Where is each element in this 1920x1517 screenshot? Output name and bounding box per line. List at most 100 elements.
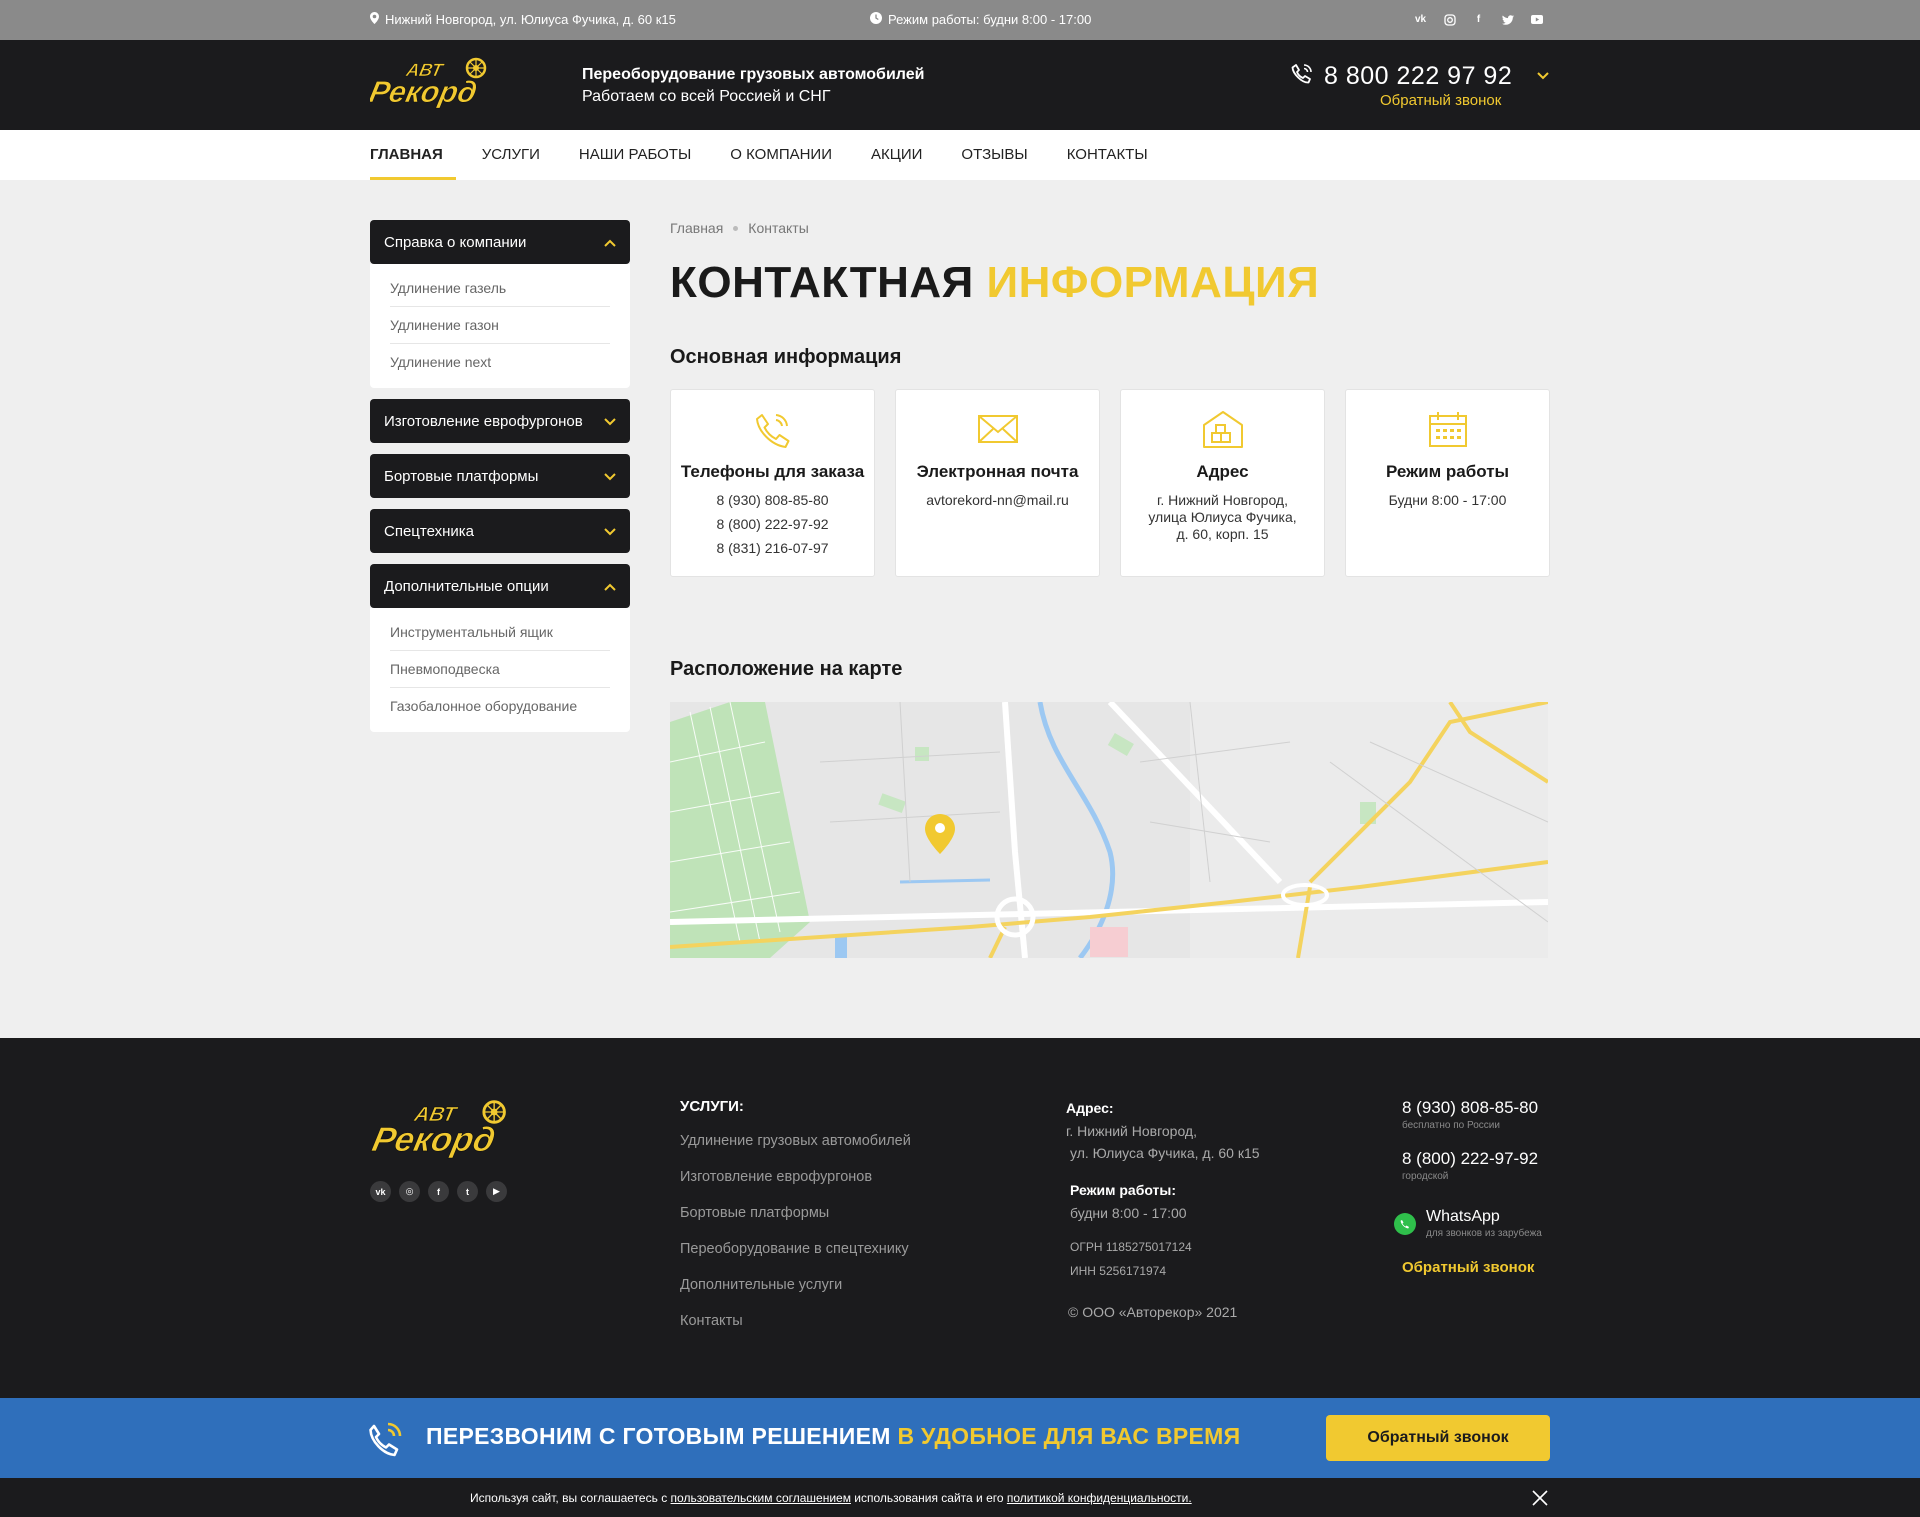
location-map[interactable] bbox=[670, 702, 1548, 958]
whatsapp-icon bbox=[1394, 1212, 1416, 1235]
sidebar-section-title: Дополнительные опции bbox=[384, 577, 549, 595]
instagram-icon[interactable]: ◎ bbox=[399, 1181, 420, 1202]
footer-ogrn: ОГРН 1185275017124 bbox=[1070, 1240, 1192, 1254]
contact-card-title: Телефоны для заказа bbox=[680, 462, 865, 481]
whatsapp-note: для звонков из зарубежа bbox=[1426, 1228, 1542, 1239]
contact-card-title: Адрес bbox=[1196, 462, 1249, 481]
breadcrumb-home[interactable]: Главная bbox=[670, 220, 723, 236]
header-callback-link[interactable]: Обратный звонок bbox=[1380, 92, 1501, 109]
footer-service-link[interactable]: Контакты bbox=[680, 1313, 911, 1329]
sidebar-section: Дополнительные опции Инструментальный ящи… bbox=[370, 564, 630, 732]
sidebar-section-header[interactable]: Изготовление еврофургонов bbox=[370, 399, 630, 443]
header-tagline: Переоборудование грузовых автомобилей Ра… bbox=[582, 66, 924, 106]
footer-service-link[interactable]: Дополнительные услуги bbox=[680, 1277, 911, 1293]
footer-services: УСЛУГИ: Удлинение грузовых автомобилей Из… bbox=[680, 1098, 911, 1349]
cookie-text-2: использования сайта и его bbox=[850, 1491, 1007, 1505]
cookie-notice: Используя сайт, вы соглашаетесь с пользо… bbox=[0, 1478, 1920, 1517]
sidebar-section-title: Бортовые платформы bbox=[384, 467, 539, 485]
user-agreement-link[interactable]: пользовательским соглашением bbox=[671, 1491, 851, 1505]
vk-icon[interactable]: vk bbox=[370, 1181, 391, 1202]
contact-card: Электронная почта avtorekord-nn@mail.ru bbox=[895, 389, 1100, 577]
contact-card-line[interactable]: 8 (800) 222-97-92 bbox=[681, 516, 864, 533]
chevron-down-icon bbox=[604, 468, 616, 485]
svg-text:Рекорд: Рекорд bbox=[370, 1121, 499, 1159]
nav-item[interactable]: Отзывы bbox=[961, 130, 1027, 180]
footer-service-link[interactable]: Переоборудование в спецтехнику bbox=[680, 1241, 911, 1257]
nav-item[interactable]: Главная bbox=[370, 130, 456, 180]
footer-phone2[interactable]: 8 (800) 222-97-92 bbox=[1402, 1149, 1542, 1169]
contact-card-line[interactable]: 8 (831) 216-07-97 bbox=[681, 540, 864, 557]
nav-item[interactable]: Услуги bbox=[482, 130, 540, 180]
whatsapp-label: WhatsApp bbox=[1426, 1208, 1500, 1225]
site-footer: АВТ Рекорд vk ◎ f t ▶ УСЛУГИ: Удлинение … bbox=[0, 1038, 1920, 1398]
footer-address-line1: г. Нижний Новгород, bbox=[1066, 1123, 1197, 1139]
sidebar-item[interactable]: Удлинение газель bbox=[390, 270, 610, 307]
privacy-policy-link[interactable]: политикой конфиденциальности. bbox=[1007, 1491, 1192, 1505]
facebook-icon[interactable]: f bbox=[428, 1181, 449, 1202]
page-title: КОНТАКТНАЯ ИНФОРМАЦИЯ bbox=[670, 258, 1319, 308]
footer-service-link[interactable]: Изготовление еврофургонов bbox=[680, 1169, 911, 1185]
main-info-heading: Основная информация bbox=[670, 346, 902, 368]
contact-card-line[interactable]: avtorekord-nn@mail.ru bbox=[906, 492, 1089, 509]
chevron-down-icon bbox=[604, 523, 616, 540]
contact-card-line: Будни 8:00 - 17:00 bbox=[1388, 492, 1507, 508]
phone-ringing-icon bbox=[368, 1418, 406, 1463]
sidebar-section-header[interactable]: Спецтехника bbox=[370, 509, 630, 553]
contact-card-line: улица Юлиуса Фучика, bbox=[1148, 509, 1297, 525]
chevron-up-icon bbox=[604, 234, 616, 251]
sidebar-item[interactable]: Пневмоподвеска bbox=[390, 651, 610, 688]
callback-button[interactable]: Обратный звонок bbox=[1326, 1415, 1550, 1461]
nav-item[interactable]: Контакты bbox=[1067, 130, 1148, 180]
nav-item[interactable]: Акции bbox=[871, 130, 922, 180]
footer-service-link[interactable]: Бортовые платформы bbox=[680, 1205, 911, 1221]
sidebar-section-header[interactable]: Бортовые платформы bbox=[370, 454, 630, 498]
nav-item[interactable]: О компании bbox=[730, 130, 832, 180]
header-phone-number[interactable]: 8 800 222 97 92 bbox=[1324, 62, 1512, 91]
contact-cards: Телефоны для заказа 8 (930) 808-85-80 8 (8… bbox=[670, 389, 1550, 577]
site-logo[interactable]: АВТ Рекорд bbox=[370, 54, 496, 110]
site-header: АВТ Рекорд Переоборудование грузовых авт… bbox=[0, 40, 1920, 130]
footer-callback-link[interactable]: Обратный звонок bbox=[1402, 1259, 1542, 1276]
sidebar-section-header[interactable]: Дополнительные опции bbox=[370, 564, 630, 608]
instagram-icon[interactable] bbox=[1441, 11, 1458, 28]
banner-text-yellow: В УДОБНОЕ ДЛЯ ВАС ВРЕМЯ bbox=[897, 1423, 1241, 1449]
sidebar-section-header[interactable]: Справка о компании bbox=[370, 220, 630, 264]
footer-inn: ИНН 5256171974 bbox=[1070, 1264, 1167, 1278]
breadcrumb-current: Контакты bbox=[748, 220, 809, 236]
footer-phone1[interactable]: 8 (930) 808-85-80 bbox=[1402, 1098, 1542, 1118]
sidebar-section: Спецтехника bbox=[370, 509, 630, 553]
twitter-icon[interactable]: t bbox=[457, 1181, 478, 1202]
sidebar: Справка о компании Удлинение газель Удлине… bbox=[370, 220, 630, 743]
footer-whatsapp[interactable]: WhatsApp для звонков из зарубежа bbox=[1394, 1208, 1542, 1239]
facebook-icon[interactable]: f bbox=[1470, 11, 1487, 28]
contact-card-line[interactable]: 8 (930) 808-85-80 bbox=[681, 492, 864, 509]
footer-address-label: Адрес: bbox=[1066, 1100, 1114, 1116]
youtube-icon[interactable] bbox=[1528, 11, 1545, 28]
breadcrumb: Главная Контакты bbox=[670, 220, 809, 236]
footer-address: Адрес: г. Нижний Новгород, ул. Юлиуса Фу… bbox=[1066, 1100, 1260, 1320]
twitter-icon[interactable] bbox=[1499, 11, 1516, 28]
close-icon[interactable] bbox=[1532, 1490, 1548, 1509]
header-phone[interactable]: 8 800 222 97 92 bbox=[1290, 62, 1512, 91]
svg-text:Рекорд: Рекорд bbox=[370, 76, 480, 109]
vk-icon[interactable]: vk bbox=[1412, 11, 1429, 28]
sidebar-section-title: Справка о компании bbox=[384, 233, 527, 251]
nav-item[interactable]: Наши работы bbox=[579, 130, 691, 180]
footer-contacts: 8 (930) 808-85-80 бесплатно по России 8 … bbox=[1394, 1098, 1542, 1276]
sidebar-item[interactable]: Инструментальный ящик bbox=[390, 614, 610, 651]
main-nav: Главная Услуги Наши работы О компании Акции О… bbox=[0, 130, 1920, 180]
sidebar-item[interactable]: Газобалонное оборудование bbox=[390, 688, 610, 724]
cookie-text: Используя сайт, вы соглашаетесь с пользо… bbox=[470, 1491, 1192, 1505]
sidebar-item[interactable]: Удлинение газон bbox=[390, 307, 610, 344]
footer-service-link[interactable]: Удлинение грузовых автомобилей bbox=[680, 1133, 911, 1149]
youtube-icon[interactable]: ▶ bbox=[486, 1181, 507, 1202]
chevron-down-icon[interactable] bbox=[1536, 68, 1550, 86]
breadcrumb-separator bbox=[733, 225, 739, 231]
topbar-address: Нижний Новгород, ул. Юлиуса Фучика, д. 6… bbox=[370, 12, 676, 27]
sidebar-item[interactable]: Удлинение next bbox=[390, 344, 610, 380]
footer-logo[interactable]: АВТ Рекорд bbox=[370, 1096, 520, 1160]
topbar-hours: Режим работы: будни 8:00 - 17:00 bbox=[870, 12, 1091, 27]
callback-banner: ПЕРЕЗВОНИМ С ГОТОВЫМ РЕШЕНИЕМ В УДОБНОЕ … bbox=[0, 1398, 1920, 1478]
sidebar-section-title: Изготовление еврофургонов bbox=[384, 412, 583, 430]
warehouse-icon bbox=[1121, 408, 1324, 450]
